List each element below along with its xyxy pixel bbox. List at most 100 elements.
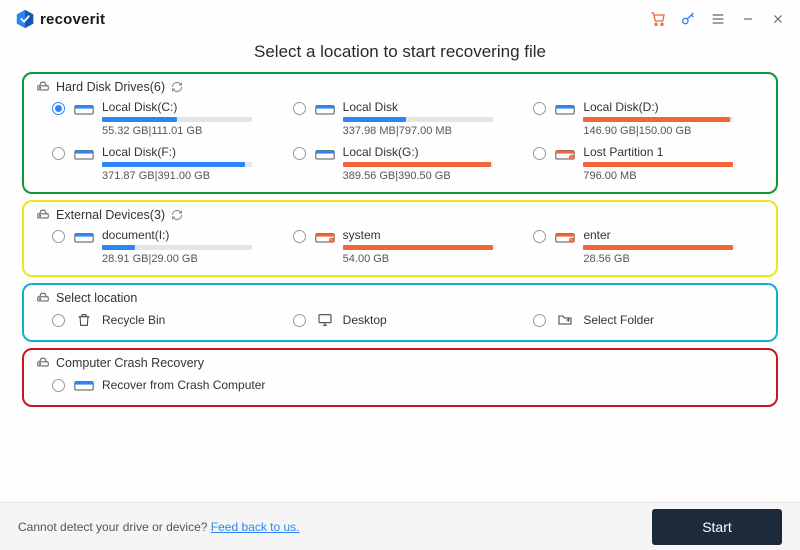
section-location: Select location Recycle Bin Desktop Sele… bbox=[22, 283, 778, 342]
drive-name: system bbox=[343, 228, 524, 242]
drive-icon: ! bbox=[555, 229, 575, 245]
section-location-title: Select location bbox=[56, 291, 137, 305]
drive-icon bbox=[315, 146, 335, 162]
usage-bar bbox=[102, 245, 252, 250]
location-item[interactable]: Recycle Bin bbox=[50, 307, 285, 332]
section-hdd-header: Hard Disk Drives(6) bbox=[34, 80, 766, 96]
page-title: Select a location to start recovering fi… bbox=[0, 38, 800, 68]
start-button[interactable]: Start bbox=[652, 509, 782, 545]
drive-name: Local Disk(D:) bbox=[583, 100, 764, 114]
drive-item[interactable]: Local Disk 337.98 MB|797.00 MB bbox=[291, 96, 526, 139]
desktop-icon bbox=[315, 312, 335, 328]
drive-usage: 28.91 GB|29.00 GB bbox=[102, 253, 283, 265]
svg-text:!: ! bbox=[571, 238, 572, 243]
brand-name: recoverit bbox=[40, 11, 105, 28]
drive-item[interactable]: Local Disk(D:) 146.90 GB|150.00 GB bbox=[531, 96, 766, 139]
content: Hard Disk Drives(6) Local Disk(C:) 55.32… bbox=[0, 68, 800, 502]
drive-item[interactable]: ! Lost Partition 1 796.00 MB bbox=[531, 141, 766, 184]
drive-usage: 796.00 MB bbox=[583, 170, 764, 182]
drive-item[interactable]: document(I:) 28.91 GB|29.00 GB bbox=[50, 224, 285, 267]
location-item[interactable]: Desktop bbox=[291, 307, 526, 332]
usage-bar bbox=[343, 245, 493, 250]
radio[interactable] bbox=[533, 314, 546, 327]
footer-note-text: Cannot detect your drive or device? bbox=[18, 520, 211, 534]
radio[interactable] bbox=[533, 230, 546, 243]
trash-icon bbox=[74, 312, 94, 328]
key-icon[interactable] bbox=[680, 11, 696, 27]
minimize-icon[interactable] bbox=[740, 11, 756, 27]
radio[interactable] bbox=[293, 102, 306, 115]
svg-text:!: ! bbox=[571, 155, 572, 160]
drive-icon bbox=[555, 101, 575, 117]
radio[interactable] bbox=[293, 147, 306, 160]
location-item[interactable]: Select Folder bbox=[531, 307, 766, 332]
section-external-header: External Devices(3) bbox=[34, 208, 766, 224]
drive-icon bbox=[74, 101, 94, 117]
drive-item[interactable]: ! system 54.00 GB bbox=[291, 224, 526, 267]
radio[interactable] bbox=[293, 314, 306, 327]
drive-item[interactable]: Local Disk(G:) 389.56 GB|390.50 GB bbox=[291, 141, 526, 184]
drive-item[interactable]: Local Disk(F:) 371.87 GB|391.00 GB bbox=[50, 141, 285, 184]
disk-icon bbox=[36, 208, 50, 222]
usage-bar bbox=[343, 162, 493, 167]
drive-name: Lost Partition 1 bbox=[583, 145, 764, 159]
drive-icon: ! bbox=[555, 146, 575, 162]
drive-icon bbox=[315, 101, 335, 117]
usage-bar bbox=[583, 245, 733, 250]
crash-item[interactable]: Recover from Crash Computer bbox=[50, 372, 285, 397]
drive-name: Local Disk bbox=[343, 100, 524, 114]
drive-item[interactable]: ! enter 28.56 GB bbox=[531, 224, 766, 267]
drive-usage: 337.98 MB|797.00 MB bbox=[343, 125, 524, 137]
external-grid: document(I:) 28.91 GB|29.00 GB ! system … bbox=[34, 224, 766, 267]
refresh-icon[interactable] bbox=[171, 209, 183, 221]
folder-icon bbox=[555, 312, 575, 328]
drive-usage: 55.32 GB|111.01 GB bbox=[102, 125, 283, 137]
section-crash-header: Computer Crash Recovery bbox=[34, 356, 766, 372]
cart-icon[interactable] bbox=[650, 11, 666, 27]
crash-label: Recover from Crash Computer bbox=[102, 378, 283, 392]
crash-grid: Recover from Crash Computer bbox=[34, 372, 766, 397]
drive-name: document(I:) bbox=[102, 228, 283, 242]
usage-bar bbox=[343, 117, 493, 122]
radio[interactable] bbox=[52, 314, 65, 327]
close-icon[interactable] bbox=[770, 11, 786, 27]
radio[interactable] bbox=[52, 147, 65, 160]
radio[interactable] bbox=[52, 379, 65, 392]
section-hdd: Hard Disk Drives(6) Local Disk(C:) 55.32… bbox=[22, 72, 778, 194]
radio[interactable] bbox=[52, 230, 65, 243]
brand-logo-icon bbox=[14, 8, 36, 30]
window-controls bbox=[650, 11, 786, 27]
menu-icon[interactable] bbox=[710, 11, 726, 27]
radio[interactable] bbox=[293, 230, 306, 243]
location-name: Desktop bbox=[343, 313, 524, 327]
drive-name: Local Disk(F:) bbox=[102, 145, 283, 159]
radio[interactable] bbox=[533, 102, 546, 115]
drive-icon bbox=[74, 377, 94, 393]
usage-bar bbox=[583, 117, 733, 122]
brand: recoverit bbox=[14, 8, 105, 30]
titlebar: recoverit bbox=[0, 0, 800, 38]
drive-usage: 28.56 GB bbox=[583, 253, 764, 265]
drive-usage: 54.00 GB bbox=[343, 253, 524, 265]
radio[interactable] bbox=[52, 102, 65, 115]
section-location-header: Select location bbox=[34, 291, 766, 307]
refresh-icon[interactable] bbox=[171, 81, 183, 93]
disk-icon bbox=[36, 356, 50, 370]
drive-item[interactable]: Local Disk(C:) 55.32 GB|111.01 GB bbox=[50, 96, 285, 139]
section-hdd-title: Hard Disk Drives(6) bbox=[56, 80, 165, 94]
hdd-grid: Local Disk(C:) 55.32 GB|111.01 GB Local … bbox=[34, 96, 766, 184]
usage-bar bbox=[102, 162, 252, 167]
drive-usage: 371.87 GB|391.00 GB bbox=[102, 170, 283, 182]
location-name: Select Folder bbox=[583, 313, 764, 327]
usage-bar bbox=[583, 162, 733, 167]
disk-icon bbox=[36, 291, 50, 305]
feedback-link[interactable]: Feed back to us. bbox=[211, 520, 300, 534]
app-window: recoverit Select a location to start rec… bbox=[0, 0, 800, 550]
location-name: Recycle Bin bbox=[102, 313, 283, 327]
drive-usage: 389.56 GB|390.50 GB bbox=[343, 170, 524, 182]
section-external: External Devices(3) document(I:) 28.91 G… bbox=[22, 200, 778, 277]
section-crash-title: Computer Crash Recovery bbox=[56, 356, 204, 370]
drive-icon bbox=[74, 229, 94, 245]
footer: Cannot detect your drive or device? Feed… bbox=[0, 502, 800, 550]
radio[interactable] bbox=[533, 147, 546, 160]
